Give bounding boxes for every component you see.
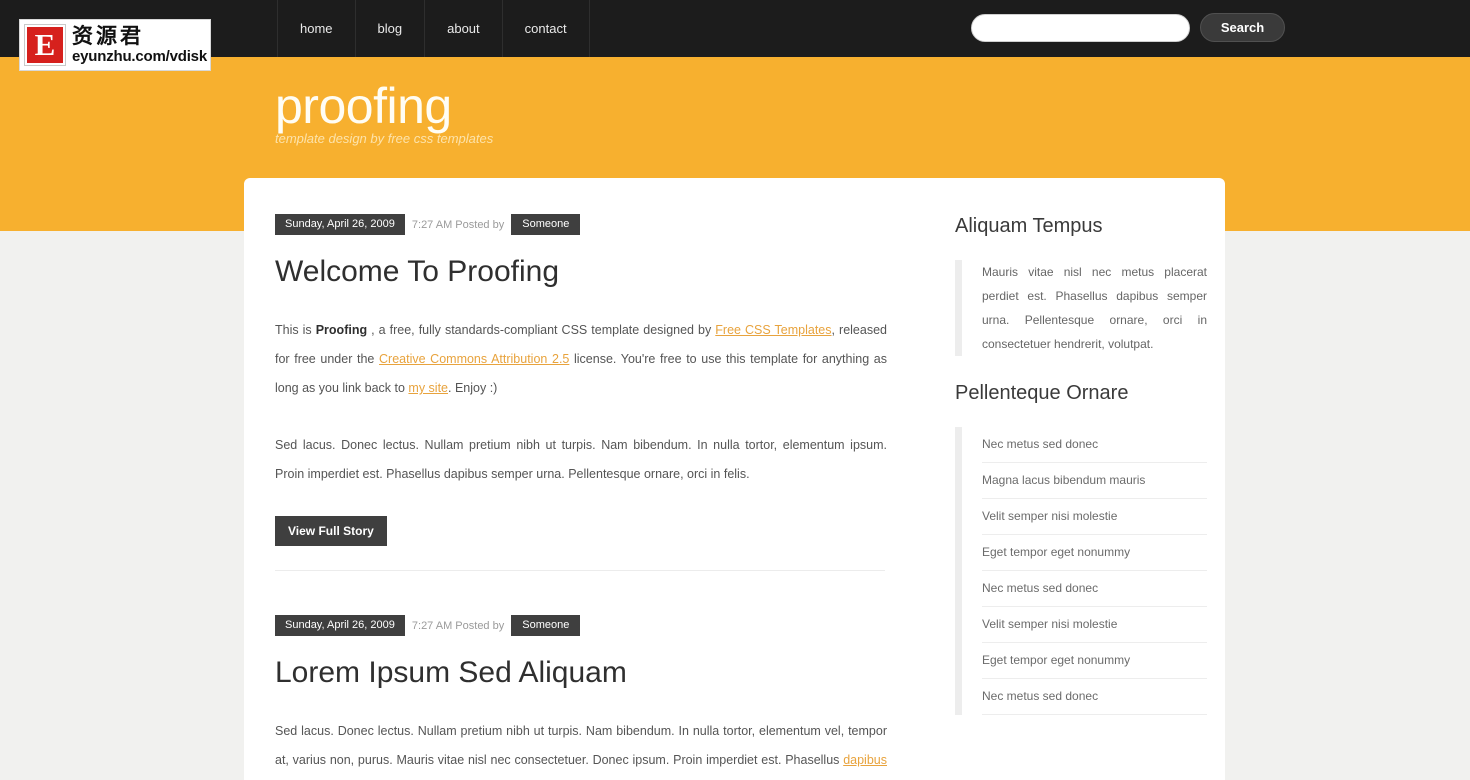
post-author-badge: Someone — [511, 214, 581, 235]
post-time-posted-by: 7:27 AM Posted by — [411, 619, 505, 632]
post-article: Sunday, April 26, 2009 7:27 AM Posted by… — [275, 214, 887, 571]
main-column: Sunday, April 26, 2009 7:27 AM Posted by… — [275, 214, 887, 780]
sidebar: Aliquam Tempus Mauris vitae nisl nec met… — [955, 215, 1207, 715]
text-bold-proofing: Proofing — [315, 323, 368, 337]
sidebar-left-rule — [955, 427, 962, 715]
view-full-story-button[interactable]: View Full Story — [275, 516, 387, 546]
post-meta: Sunday, April 26, 2009 7:27 AM Posted by… — [275, 214, 887, 235]
nav-item-home[interactable]: home — [277, 0, 356, 57]
site-logo[interactable]: E 资源君 eyunzhu.com/vdisk — [19, 19, 211, 71]
sidebar-quote-text: Mauris vitae nisl nec metus placerat per… — [982, 265, 1207, 351]
post-paragraph-intro: This is Proofing , a free, fully standar… — [275, 316, 887, 403]
link-free-css-templates[interactable]: Free CSS Templates — [715, 323, 831, 337]
logo-url-label: eyunzhu.com/vdisk — [72, 48, 207, 65]
list-item[interactable]: Nec metus sed donec — [982, 427, 1207, 463]
nav-item-blog[interactable]: blog — [356, 0, 426, 57]
post-meta: Sunday, April 26, 2009 7:27 AM Posted by… — [275, 615, 887, 636]
logo-e-icon: E — [24, 24, 66, 66]
post-title: Welcome To Proofing — [275, 255, 560, 288]
sidebar-quote-body: Mauris vitae nisl nec metus placerat per… — [962, 260, 1207, 356]
list-item[interactable]: Velit semper nisi molestie — [982, 499, 1207, 535]
link-creative-commons[interactable]: Creative Commons Attribution 2.5 — [379, 352, 569, 366]
post-author-badge: Someone — [511, 615, 581, 636]
post-article: Sunday, April 26, 2009 7:27 AM Posted by… — [275, 615, 887, 780]
sidebar-heading-aliquam-tempus: Aliquam Tempus — [955, 215, 1103, 237]
sidebar-list-body: Nec metus sed donec Magna lacus bibendum… — [962, 427, 1207, 715]
list-item[interactable]: Eget tempor eget nonummy — [982, 535, 1207, 571]
nav-item-contact[interactable]: contact — [503, 0, 590, 57]
sidebar-link-list: Nec metus sed donec Magna lacus bibendum… — [982, 427, 1207, 715]
list-item[interactable]: Nec metus sed donec — [982, 679, 1207, 715]
nav-item-about[interactable]: about — [425, 0, 503, 57]
post-time-posted-by: 7:27 AM Posted by — [411, 218, 505, 231]
search-area: Search — [971, 13, 1285, 42]
list-item[interactable]: Eget tempor eget nonummy — [982, 643, 1207, 679]
sidebar-quote-block: Mauris vitae nisl nec metus placerat per… — [955, 260, 1207, 356]
list-item[interactable]: Velit semper nisi molestie — [982, 607, 1207, 643]
logo-text: 资源君 eyunzhu.com/vdisk — [72, 24, 207, 65]
post-title: Lorem Ipsum Sed Aliquam — [275, 656, 627, 689]
search-button[interactable]: Search — [1200, 13, 1285, 42]
main-navigation: home blog about contact — [277, 0, 590, 57]
text-fragment: , a free, fully standards-compliant CSS … — [367, 323, 716, 337]
post-divider — [275, 570, 885, 571]
content-panel: Sunday, April 26, 2009 7:27 AM Posted by… — [244, 178, 1225, 780]
sidebar-list-block: Nec metus sed donec Magna lacus bibendum… — [955, 427, 1207, 715]
text-fragment: This is — [275, 323, 316, 337]
site-title: proofing — [275, 78, 452, 134]
list-item[interactable]: Magna lacus bibendum mauris — [982, 463, 1207, 499]
site-tagline: template design by free css templates — [275, 131, 494, 146]
list-item[interactable]: Nec metus sed donec — [982, 571, 1207, 607]
sidebar-left-rule — [955, 260, 962, 356]
logo-chinese-label: 资源君 — [72, 24, 144, 48]
text-fragment: Sed lacus. Donec lectus. Nullam pretium … — [275, 724, 887, 767]
post-paragraph-lorem: Sed lacus. Donec lectus. Nullam pretium … — [275, 438, 887, 481]
top-bar: home blog about contact Search — [0, 0, 1470, 57]
text-fragment: . Enjoy :) — [448, 381, 498, 395]
sidebar-heading-pellenteque-ornare: Pellenteque Ornare — [955, 382, 1129, 404]
search-input[interactable] — [971, 13, 1190, 42]
post-paragraph-lorem: Sed lacus. Donec lectus. Nullam pretium … — [275, 717, 887, 780]
post-date-badge: Sunday, April 26, 2009 — [275, 214, 405, 235]
post-date-badge: Sunday, April 26, 2009 — [275, 615, 405, 636]
link-my-site[interactable]: my site — [408, 381, 448, 395]
